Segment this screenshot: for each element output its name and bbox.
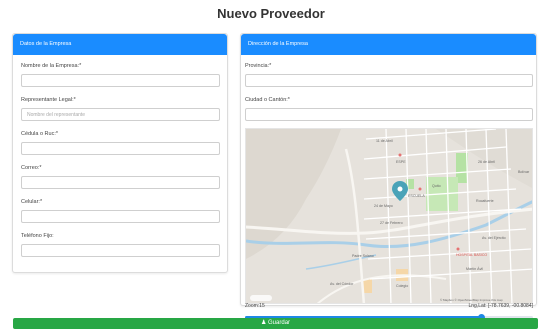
map-label-8: 27 de Febrero — [380, 221, 403, 225]
save-button-label: Guardar — [268, 320, 291, 326]
address-card: Dirección de la Empresa Provincia:* Ciud… — [240, 33, 537, 329]
cellphone-input[interactable] — [21, 210, 220, 223]
map-label-hospital: HOSPITAL BASICO — [456, 253, 487, 257]
mapbox-logo — [250, 295, 272, 301]
map-label-7: 24 de Mayo — [374, 204, 393, 208]
page: Nuevo Proveedor Datos de la Empresa Nomb… — [0, 0, 542, 329]
map-label-4: Bolívar — [518, 170, 530, 174]
page-title: Nuevo Proveedor — [217, 6, 325, 21]
company-card-header: Datos de la Empresa — [13, 34, 227, 55]
save-button[interactable]: ♟ Guardar — [13, 318, 538, 329]
province-label: Provincia:* — [245, 63, 272, 69]
landline-label: Teléfono Fijo: — [21, 233, 54, 239]
legal-rep-label: Representante Legal:* — [21, 97, 76, 103]
company-name-input[interactable] — [21, 74, 220, 87]
legal-rep-input[interactable] — [21, 108, 220, 121]
map-label-14: Colegio — [396, 284, 408, 288]
province-input[interactable] — [245, 74, 533, 87]
map-label-1: 11 de Abril — [376, 139, 393, 143]
map-attribution: © Mapbox © OpenStreetMap Improve this ma… — [440, 298, 503, 302]
city-input[interactable] — [245, 108, 533, 121]
email-label: Correo:* — [21, 165, 42, 171]
map-label-11: Padre Solano — [352, 254, 374, 258]
email-input[interactable] — [21, 176, 220, 189]
map-label-3: 26 de Abril — [478, 160, 495, 164]
zoom-readout: Zoom:15 Lng,Lat: [-78.7639, -00.8084] — [245, 303, 533, 309]
zoom-text: Zoom:15 — [245, 303, 265, 309]
location-map[interactable]: HOSPITAL BASICO 11 de Abril ESPE 26 de A… — [245, 128, 533, 304]
coords-text: Lng,Lat: [-78.7639, -00.8084] — [468, 303, 534, 309]
map-label-10: Av. del Ejército — [482, 236, 506, 240]
ruc-label: Cédula o Ruc:* — [21, 131, 58, 137]
landline-input[interactable] — [21, 244, 220, 257]
map-label-13: Av. del Cóndor — [330, 282, 354, 286]
address-card-header: Dirección de la Empresa — [241, 34, 536, 55]
user-plus-icon: ♟ — [260, 320, 267, 326]
map-label-6: Quito — [432, 184, 441, 188]
cellphone-label: Celular:* — [21, 199, 43, 205]
map-label-12: Martín Ávil — [466, 267, 483, 271]
map-label-5: ESCUELA — [408, 194, 425, 198]
company-card: Datos de la Empresa Nombre de la Empresa… — [12, 33, 228, 273]
map-canvas: HOSPITAL BASICO 11 de Abril ESPE 26 de A… — [246, 129, 532, 303]
ruc-input[interactable] — [21, 142, 220, 155]
company-name-label: Nombre de la Empresa:* — [21, 63, 82, 69]
map-label-2: ESPE — [396, 160, 406, 164]
map-label-9: Rocafuerte — [476, 199, 494, 203]
city-label: Ciudad o Cantón:* — [245, 97, 290, 103]
